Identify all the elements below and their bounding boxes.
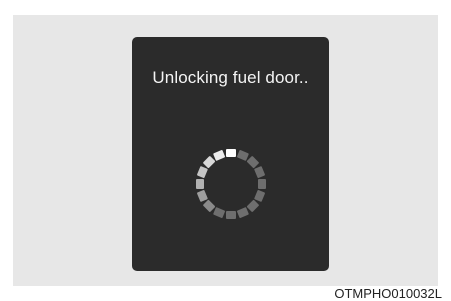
spinner-segment bbox=[246, 156, 259, 169]
spinner-segment bbox=[237, 150, 249, 161]
spinner-segment bbox=[226, 149, 236, 157]
spinner-segment bbox=[196, 179, 204, 189]
spinner-segment bbox=[197, 166, 208, 178]
status-message: Unlocking fuel door.. bbox=[152, 68, 309, 87]
spinner-segment bbox=[254, 190, 265, 202]
spinner-segment bbox=[258, 179, 266, 189]
figure: Unlocking fuel door.. OTMPHO010032L bbox=[0, 0, 451, 301]
loading-spinner-icon bbox=[196, 149, 266, 219]
spinner-segment bbox=[213, 207, 225, 218]
spinner-segment bbox=[237, 207, 249, 218]
spinner-segment bbox=[254, 166, 265, 178]
spinner-segment bbox=[246, 199, 259, 212]
spinner-segment bbox=[226, 211, 236, 219]
display-screen: Unlocking fuel door.. bbox=[132, 37, 329, 271]
spinner-segment bbox=[203, 199, 216, 212]
spinner-segment bbox=[197, 190, 208, 202]
spinner-segment bbox=[203, 156, 216, 169]
figure-caption: OTMPHO010032L bbox=[334, 286, 442, 301]
spinner-segment bbox=[213, 150, 225, 161]
